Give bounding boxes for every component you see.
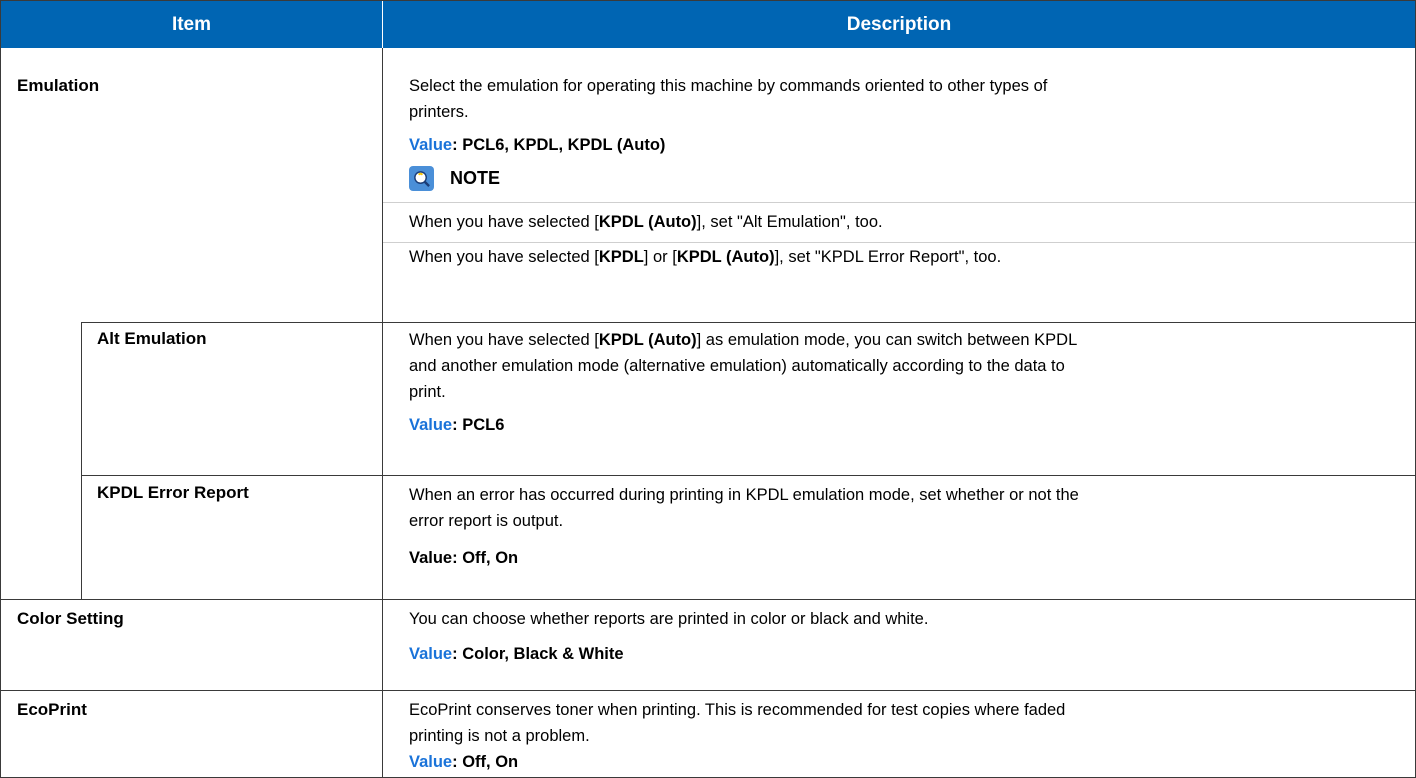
row-label-color-setting: Color Setting xyxy=(17,609,124,628)
value-text: : Off, On xyxy=(452,753,519,771)
note-icon xyxy=(409,165,434,191)
emulation-desc-line1: Select the emulation for operating this … xyxy=(409,77,1048,95)
kpdl-error-value: Value: Off, On xyxy=(409,547,518,569)
alt-emulation-desc-line3: print. xyxy=(409,383,446,401)
row-label-alt-emulation: Alt Emulation xyxy=(97,329,207,348)
color-setting-desc-line1: You can choose whether reports are print… xyxy=(409,610,929,628)
settings-table: Item Description Emulation Select the em… xyxy=(0,0,1416,778)
value-label: Value xyxy=(409,136,453,154)
note-title: NOTE xyxy=(450,167,501,188)
kpdl-error-desc-line1: When an error has occurred during printi… xyxy=(409,486,1079,504)
ecoprint-value: Value: Off, On xyxy=(409,751,518,773)
row-label-kpdl-error-report: KPDL Error Report xyxy=(97,483,249,502)
value-text: : PCL6, KPDL, KPDL (Auto) xyxy=(452,136,666,154)
note-block: NOTE xyxy=(409,165,501,191)
value-text: : PCL6 xyxy=(452,416,505,434)
value-label: Value xyxy=(409,549,453,567)
emulation-desc-line2: printers. xyxy=(409,103,469,121)
alt-emulation-value: Value: PCL6 xyxy=(409,414,504,436)
emulation-value: Value: PCL6, KPDL, KPDL (Auto) xyxy=(409,134,665,156)
color-setting-value: Value: Color, Black & White xyxy=(409,643,624,665)
value-label: Value xyxy=(409,753,453,771)
header-description: Description xyxy=(846,14,952,35)
value-text: : Color, Black & White xyxy=(452,645,624,663)
alt-emulation-desc-line1: When you have selected [KPDL (Auto)] as … xyxy=(409,331,1078,349)
value-label: Value xyxy=(409,416,453,434)
ecoprint-desc-line2: printing is not a problem. xyxy=(409,727,590,745)
row-label-emulation: Emulation xyxy=(17,76,100,95)
note-line1: When you have selected [KPDL (Auto)], se… xyxy=(409,213,883,231)
note-line2: When you have selected [KPDL] or [KPDL (… xyxy=(409,248,1002,266)
row-label-ecoprint: EcoPrint xyxy=(17,700,87,719)
alt-emulation-desc-line2: and another emulation mode (alternative … xyxy=(409,357,1065,375)
ecoprint-desc-line1: EcoPrint conserves toner when printing. … xyxy=(409,701,1066,719)
kpdl-error-desc-line2: error report is output. xyxy=(409,512,564,530)
table-header: Item Description xyxy=(1,1,1415,48)
value-text: : Off, On xyxy=(452,549,519,567)
value-label: Value xyxy=(409,645,453,663)
header-item: Item xyxy=(171,14,212,35)
